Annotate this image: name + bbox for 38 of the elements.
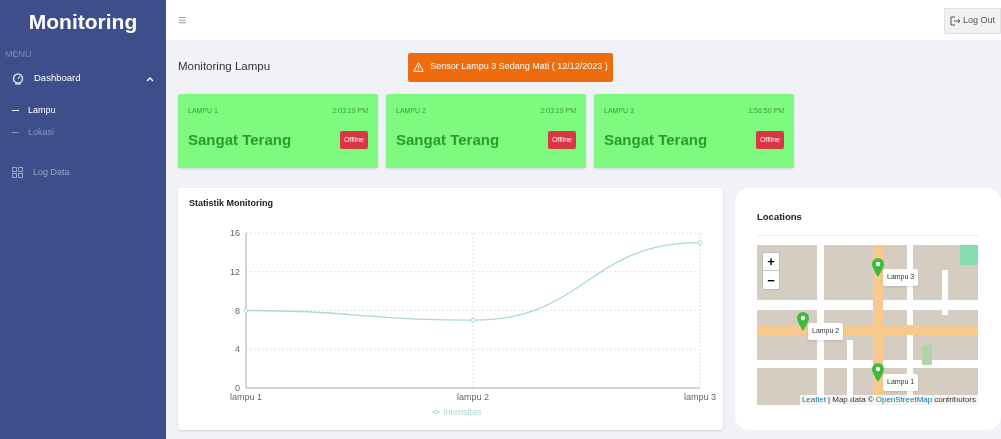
- sidebar-title: Monitoring: [27, 9, 139, 35]
- page-title: Monitoring Lampu: [178, 59, 272, 75]
- lamp-status: Sangat Terang: [604, 129, 708, 150]
- axis-label: lampu 3: [684, 392, 716, 402]
- map-pin-icon[interactable]: [871, 257, 885, 278]
- menu-heading: MENU: [4, 48, 32, 61]
- axis-label: 12: [230, 266, 240, 277]
- map-title: Locations: [757, 188, 979, 237]
- chart-title: Statistik Monitoring: [189, 197, 273, 210]
- legend-icon: [431, 409, 441, 415]
- data-point: [243, 308, 249, 313]
- attribution-link[interactable]: Leaflet: [801, 395, 826, 406]
- axis-label: 4: [235, 344, 240, 355]
- axis-label: 16: [230, 228, 240, 238]
- sidebar-item[interactable]: Dashboard: [0, 63, 166, 94]
- attribution-link[interactable]: OpenStreetMap: [875, 395, 933, 406]
- attribution-text: contributors: [934, 395, 976, 406]
- zoom-out-button[interactable]: −: [763, 271, 779, 290]
- data-point: [470, 317, 476, 323]
- warning-icon: [413, 62, 425, 72]
- attribution-text: | Map data ©: [827, 395, 874, 406]
- logout-button[interactable]: Log Out: [943, 8, 1001, 34]
- data-point: [697, 240, 703, 246]
- submenu-item[interactable]: Lampu: [0, 99, 166, 122]
- axis-label: lampu 1: [230, 392, 262, 402]
- map-pin-icon[interactable]: [796, 311, 810, 332]
- map-pin-icon[interactable]: [871, 362, 885, 383]
- zoom-in-button[interactable]: +: [763, 253, 779, 272]
- gauge-icon: [12, 72, 24, 85]
- legend-label: Intensitas: [443, 407, 482, 417]
- axis-label: 8: [235, 305, 240, 316]
- grid-icon: [12, 167, 23, 178]
- alert-text: Sensor Lampu 3 Sedang Mati ( 12/12/2023 ): [430, 60, 608, 74]
- axis-label: 0: [235, 383, 240, 393]
- logout-icon: [949, 16, 961, 26]
- axis-label: lampu 2: [457, 392, 489, 402]
- lamp-status: Sangat Terang: [396, 129, 500, 150]
- lamp-status: Sangat Terang: [188, 129, 292, 150]
